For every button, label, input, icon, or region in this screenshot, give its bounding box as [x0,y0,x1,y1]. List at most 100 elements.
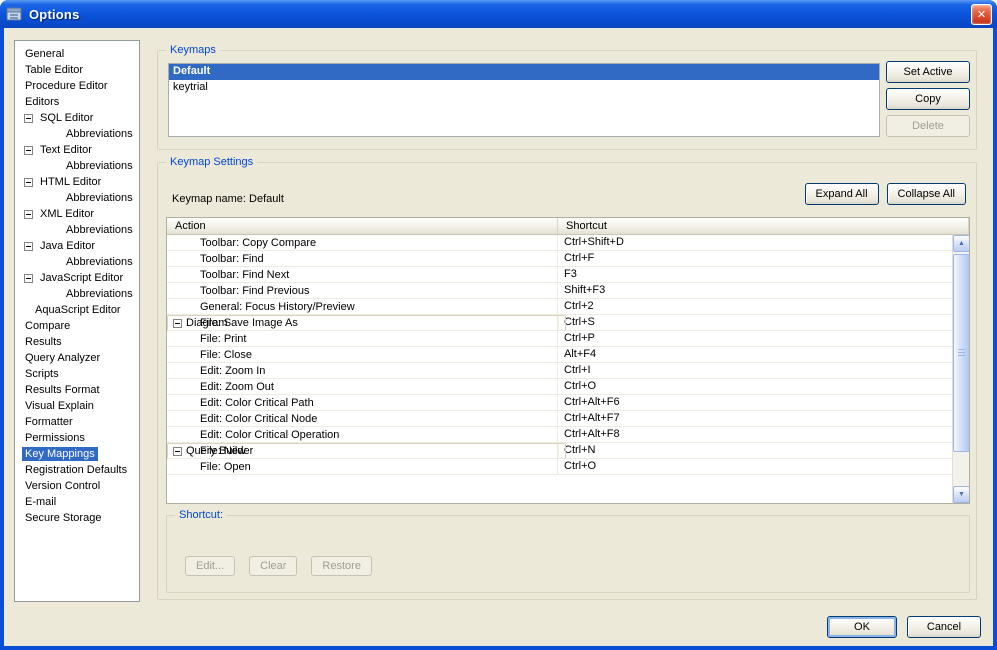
sidebar-item[interactable]: Visual Explain [15,398,139,414]
action-label: Query Builder [186,445,254,457]
keymap-table-row[interactable]: Toolbar: Find Ctrl+F [167,251,952,267]
copy-button[interactable]: Copy [886,88,970,110]
keymap-table-row[interactable]: File: Open Ctrl+O [167,459,952,475]
sidebar-item-label: JavaScript Editor [40,272,124,284]
keymap-list-item[interactable]: keytrial [169,80,879,96]
sidebar-item-label: Abbreviations [66,224,133,236]
sidebar-item-label: Results [25,336,62,348]
keymap-list: Default keytrial [168,63,880,137]
sidebar-item-label: Query Analyzer [25,352,101,364]
sidebar-item[interactable]: Text Editor [15,142,139,158]
keymap-table-row[interactable]: Edit: Zoom In Ctrl+I [167,363,952,379]
sidebar-item[interactable]: Abbreviations [15,190,139,206]
action-label: File: Close [200,348,252,361]
sidebar-item[interactable]: JavaScript Editor [15,270,139,286]
sidebar-item-label: Abbreviations [66,288,133,300]
sidebar-item[interactable]: Java Editor [15,238,139,254]
sidebar-item[interactable]: Registration Defaults [15,462,139,478]
sidebar-item[interactable]: E-mail [15,494,139,510]
column-header-shortcut[interactable]: Shortcut [558,218,969,234]
sidebar-item-label: Registration Defaults [25,464,128,476]
sidebar-item[interactable]: Abbreviations [15,286,139,302]
shortcut-cell: Ctrl+N [564,444,596,456]
edit-shortcut-button[interactable]: Edit... [185,556,236,576]
cancel-button[interactable]: Cancel [907,616,981,638]
action-label: File: Print [200,332,247,345]
group-collapse-icon[interactable] [173,318,182,328]
keymap-table-row[interactable]: Query Builder [167,443,566,459]
keymap-table-row[interactable]: File: Close Alt+F4 [167,347,952,363]
sidebar-item[interactable]: Abbreviations [15,222,139,238]
action-label: Toolbar: Find [200,252,264,265]
sidebar-item-label: Results Format [25,384,100,396]
sidebar-item[interactable]: HTML Editor [15,174,139,190]
sidebar-item-label: General [25,48,65,60]
expand-all-button[interactable]: Expand All [804,183,879,205]
scroll-down-icon[interactable]: ▼ [953,486,969,503]
action-label: Edit: Zoom In [200,364,266,377]
tree-collapse-icon[interactable] [24,113,33,123]
close-button[interactable]: ✕ [971,4,992,25]
sidebar-item[interactable]: Procedure Editor [15,78,139,94]
shortcut-cell: Ctrl+Shift+D [564,236,624,248]
keymap-table-row[interactable]: File: Print Ctrl+P [167,331,952,347]
sidebar-item[interactable]: Compare [15,318,139,334]
sidebar-item[interactable]: Key Mappings [15,446,139,462]
scrollbar-thumb[interactable] [953,254,969,452]
sidebar-item[interactable]: Abbreviations [15,158,139,174]
tree-collapse-icon[interactable] [24,241,33,251]
sidebar-item[interactable]: Secure Storage [15,510,139,526]
delete-button[interactable]: Delete [886,115,970,137]
sidebar-item[interactable]: Version Control [15,478,139,494]
titlebar[interactable]: Options ✕ [0,0,997,28]
shortcut-cell: Ctrl+Alt+F6 [564,396,620,408]
keymap-list-item[interactable]: Default [169,64,879,80]
collapse-all-button[interactable]: Collapse All [886,183,966,205]
sidebar-item[interactable]: Results Format [15,382,139,398]
restore-shortcut-button[interactable]: Restore [311,556,372,576]
keymap-table-row[interactable]: Edit: Zoom Out Ctrl+O [167,379,952,395]
keymap-table: Action Shortcut Toolbar: Copy Compare Ct… [166,217,970,504]
keymap-table-row[interactable]: General: Focus History/Preview Ctrl+2 [167,299,952,315]
action-label: Edit: Zoom Out [200,380,274,393]
sidebar-item[interactable]: Table Editor [15,62,139,78]
action-label: General: Focus History/Preview [200,300,355,313]
column-header-action[interactable]: Action [167,218,558,234]
sidebar-item[interactable]: Abbreviations [15,254,139,270]
clear-shortcut-button[interactable]: Clear [249,556,298,576]
action-label: Toolbar: Find Previous [200,284,310,297]
keymap-table-row[interactable]: Toolbar: Find Previous Shift+F3 [167,283,952,299]
tree-collapse-icon[interactable] [24,209,33,219]
shortcut-buttons: Edit... Clear Restore [185,556,372,576]
shortcut-cell: F3 [564,268,577,280]
sidebar-item[interactable]: Abbreviations [15,126,139,142]
tree-collapse-icon[interactable] [24,177,33,187]
action-cell: Edit: Zoom Out [167,379,558,394]
vertical-scrollbar[interactable]: ▲ ▼ [952,235,969,503]
sidebar-item[interactable]: AquaScript Editor [15,302,139,318]
shortcut-cell: Ctrl+2 [564,300,594,312]
sidebar-item[interactable]: Results [15,334,139,350]
scroll-up-icon[interactable]: ▲ [953,235,969,252]
sidebar-item[interactable]: SQL Editor [15,110,139,126]
keymap-table-row[interactable]: Toolbar: Copy Compare Ctrl+Shift+D [167,235,952,251]
sidebar-item[interactable]: Formatter [15,414,139,430]
keymap-table-row[interactable]: Edit: Color Critical Path Ctrl+Alt+F6 [167,395,952,411]
keymap-table-row[interactable]: Diagram [167,315,566,331]
sidebar-item[interactable]: Scripts [15,366,139,382]
set-active-button[interactable]: Set Active [886,61,970,83]
sidebar-item-label: Text Editor [40,144,92,156]
sidebar-item[interactable]: Editors [15,94,139,110]
tree-collapse-icon[interactable] [24,273,33,283]
keymap-table-row[interactable]: Toolbar: Find Next F3 [167,267,952,283]
sidebar-item[interactable]: Permissions [15,430,139,446]
sidebar-item[interactable]: Query Analyzer [15,350,139,366]
keymap-table-row[interactable]: Edit: Color Critical Operation Ctrl+Alt+… [167,427,952,443]
keymap-table-row[interactable]: Edit: Color Critical Node Ctrl+Alt+F7 [167,411,952,427]
table-header: Action Shortcut [167,218,969,235]
group-collapse-icon[interactable] [173,446,182,456]
sidebar-item[interactable]: General [15,46,139,62]
sidebar-item[interactable]: XML Editor [15,206,139,222]
tree-collapse-icon[interactable] [24,145,33,155]
ok-button[interactable]: OK [827,616,897,638]
